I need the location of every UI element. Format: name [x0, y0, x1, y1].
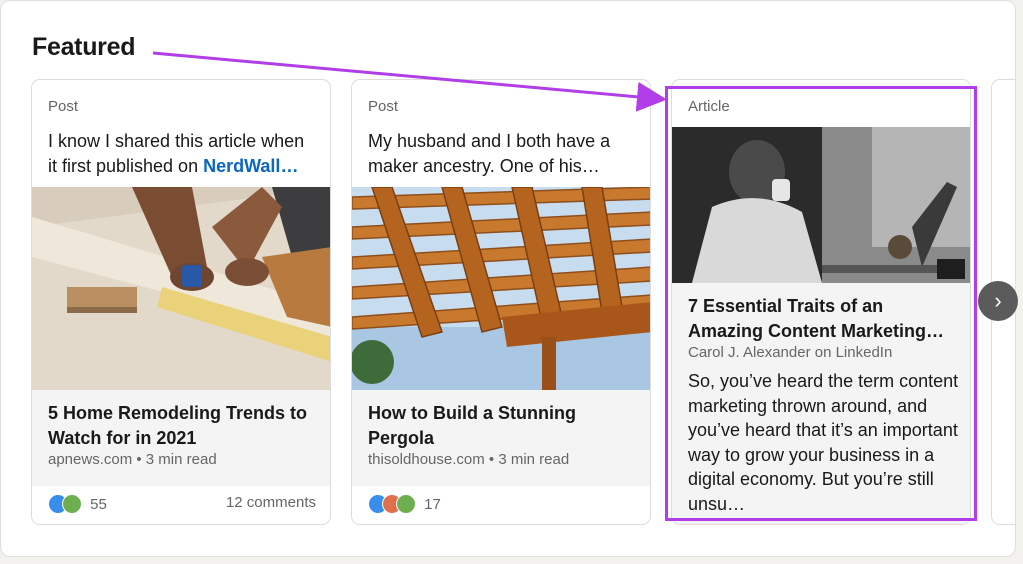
- annotation-arrow: [152, 51, 667, 112]
- chevron-right-icon[interactable]: ›: [978, 281, 1018, 321]
- featured-panel: Featured Post I know I shared this artic…: [0, 0, 1016, 557]
